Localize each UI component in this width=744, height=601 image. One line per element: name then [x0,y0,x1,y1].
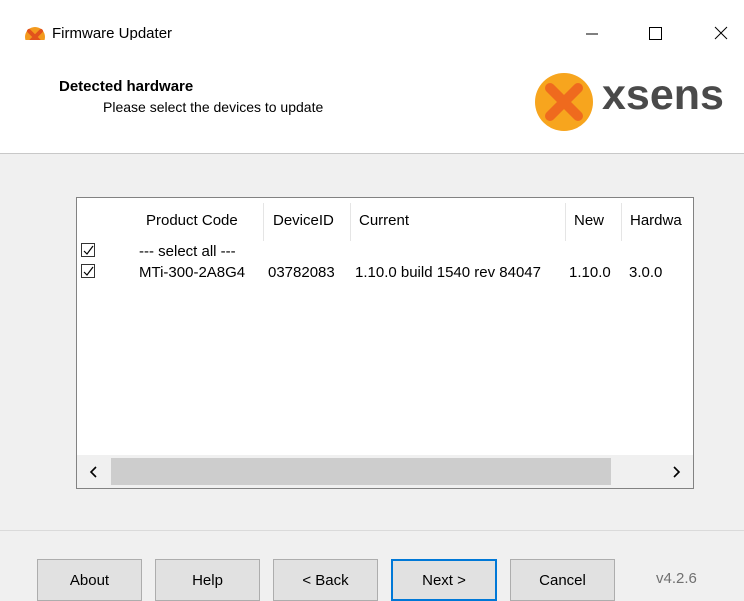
select-all-checkbox[interactable] [81,243,95,257]
page-subtitle: Please select the devices to update [103,99,324,115]
back-button[interactable]: < Back [273,559,378,601]
checkmark-icon [83,266,94,276]
column-header-new[interactable]: New [574,212,604,229]
cell-device-id: 03782083 [268,264,335,281]
logo-wordmark: xsens [602,71,724,119]
column-separator[interactable] [350,203,351,241]
scroll-right-button[interactable] [665,461,687,483]
cell-new-version: 1.10.0 [569,264,611,281]
xsens-logo-icon [532,70,596,139]
column-separator[interactable] [263,203,264,241]
help-button[interactable]: Help [155,559,260,601]
cell-product-code: MTi-300-2A8G4 [139,264,246,281]
select-all-label: --- select all --- [139,243,236,260]
version-label: v4.2.6 [656,570,697,587]
column-header-product-code[interactable]: Product Code [146,212,238,229]
device-list[interactable]: Product Code DeviceID Current New Hardwa… [76,197,694,489]
scrollbar-thumb[interactable] [111,458,611,485]
page-title: Detected hardware [59,78,194,95]
checkmark-icon [83,245,94,255]
title-bar: Firmware Updater [0,0,744,47]
column-separator[interactable] [565,203,566,241]
scroll-left-button[interactable] [83,461,105,483]
cell-hardware-version: 3.0.0 [629,264,663,281]
column-header-device-id[interactable]: DeviceID [273,212,334,229]
device-row-checkbox[interactable] [81,264,95,278]
chevron-left-icon [89,466,97,478]
wizard-header: Detected hardware Please select the devi… [0,40,744,154]
cell-current-version: 1.10.0 build 1540 rev 84047 [355,264,541,281]
column-header-current[interactable]: Current [359,212,409,229]
about-button[interactable]: About [37,559,142,601]
column-header-hardware[interactable]: Hardwa [630,212,682,229]
divider [0,530,744,531]
cancel-button[interactable]: Cancel [510,559,615,601]
column-separator[interactable] [621,203,622,241]
next-button[interactable]: Next > [391,559,497,601]
chevron-right-icon [673,466,681,478]
horizontal-scrollbar[interactable] [77,455,693,488]
